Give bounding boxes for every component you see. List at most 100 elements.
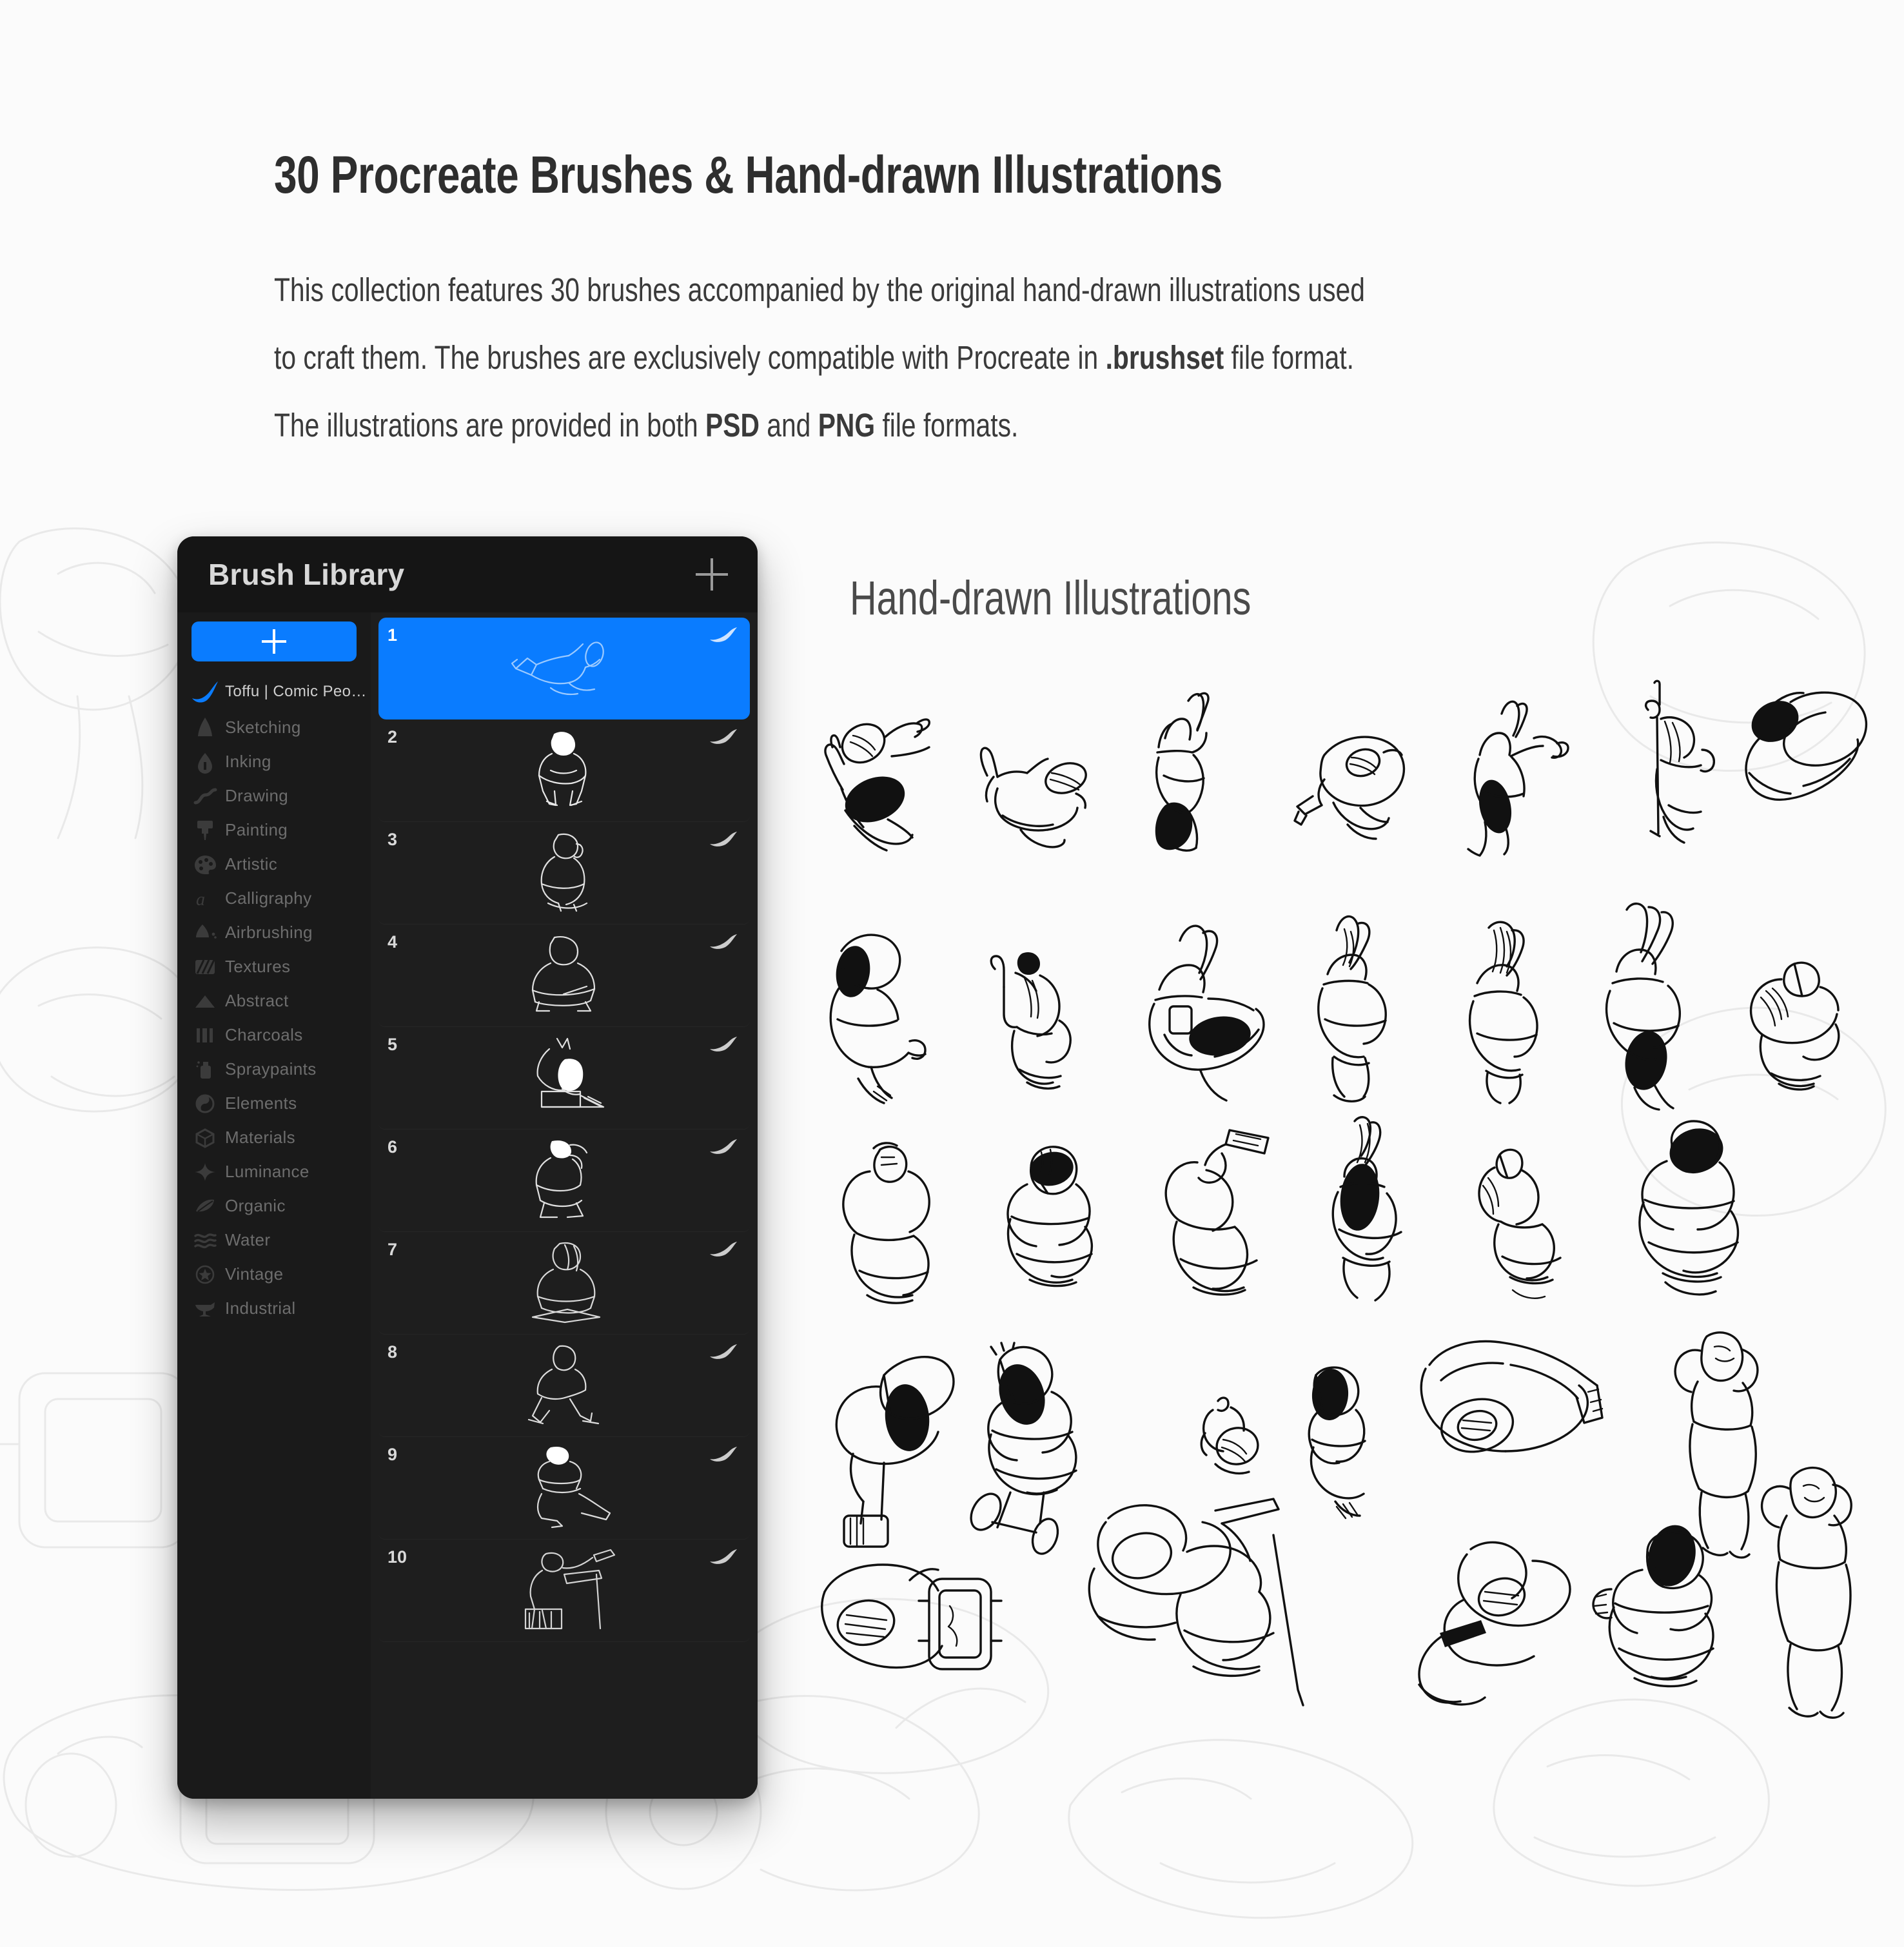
brush-list-column[interactable]: 1 2 3 4 5 6 7 8 9 10 [371,612,758,1799]
brush-library-header: Brush Library [177,536,758,612]
sidebar-item-materials[interactable]: Materials [177,1120,371,1155]
illustration-figure [1448,919,1580,1106]
sidebar-item-label: Sketching [225,718,301,737]
illustration-figure [1395,1535,1582,1709]
brush-list-item[interactable]: 7 [378,1232,750,1335]
illustrations-section-heading: Hand-drawn Illustrations [850,571,1251,625]
illustration-figure [1593,679,1731,859]
sidebar-item-sketching[interactable]: Sketching [177,710,371,745]
description-line-2: to craft them. The brushes are exclusive… [274,324,1770,391]
illustration-figure [816,926,951,1107]
brush-sets-column[interactable]: Toffu | Comic People... Sketching Inking [177,612,371,1799]
illustration-figure [1061,1496,1306,1709]
yin-yang-icon [185,1093,225,1115]
sidebar-item-label: Elements [225,1093,297,1113]
brush-thumbnail [378,1335,750,1436]
brush-library-panel: Brush Library Toffu | Comic People... Sk… [177,536,758,1799]
illustration-figure [816,700,951,854]
illustration-figure [1130,921,1278,1108]
svg-text:a: a [196,890,205,910]
illustration-figure [1602,1116,1751,1309]
palette-icon [185,854,225,876]
sidebar-item-calligraphy[interactable]: a Calligraphy [177,881,371,915]
sidebar-item-label: Vintage [225,1264,284,1284]
sidebar-item-label: Toffu | Comic People... [225,683,371,700]
sidebar-item-vintage[interactable]: Vintage [177,1257,371,1291]
illustration-figure [976,712,1114,854]
brush-list-item[interactable]: 6 [378,1130,750,1232]
sidebar-item-organic[interactable]: Organic [177,1189,371,1223]
description-line-2-text-c: file format. [1224,339,1355,376]
brush-list-item[interactable]: 1 [378,618,750,719]
brush-list-item[interactable]: 10 [378,1540,750,1642]
sidebar-item-label: Industrial [225,1298,296,1318]
bars-icon [185,1025,225,1046]
illustration-figure [1578,1525,1739,1710]
procreate-brush-icon [185,679,225,705]
page-description: This collection features 30 brushes acco… [274,256,1770,459]
description-line-3-text-c: and [759,407,818,444]
illustration-figure [1442,696,1581,857]
description-line-1-text: This collection features 30 brushes acco… [274,271,1365,308]
illustration-grid [816,680,1883,1757]
brush-thumbnail [378,1232,750,1334]
sidebar-item-label: Artistic [225,854,278,874]
description-line-2-text-a: to craft them. The brushes are exclusive… [274,339,1106,376]
sidebar-item-abstract[interactable]: Abstract [177,984,371,1018]
spraycan-icon [185,1058,225,1081]
illustration-figure [1749,1453,1878,1723]
paintbrush-icon [185,818,225,843]
sidebar-item-drawing[interactable]: Drawing [177,779,371,813]
illustration-figure [1587,901,1725,1113]
brush-thumbnail [378,1540,750,1641]
plus-icon[interactable] [696,558,728,591]
sidebar-item-luminance[interactable]: Luminance [177,1155,371,1189]
illustration-figure [1462,1144,1588,1306]
star-badge-icon [185,1264,225,1286]
sidebar-item-charcoals[interactable]: Charcoals [177,1018,371,1052]
sidebar-item-textures[interactable]: Textures [177,950,371,984]
sidebar-item-label: Luminance [225,1162,309,1181]
description-line-3-text-e: file formats. [875,407,1019,444]
sidebar-item-industrial[interactable]: Industrial [177,1291,371,1326]
description-line-3: The illustrations are provided in both P… [274,391,1770,459]
brush-list-item[interactable]: 3 [378,822,750,925]
sidebar-item-label: Organic [225,1196,286,1215]
cube-icon [185,1127,225,1149]
brush-library-body: Toffu | Comic People... Sketching Inking [177,612,758,1799]
leaf-icon [185,1196,225,1217]
sidebar-item-label: Charcoals [225,1025,303,1044]
brush-list-item[interactable]: 9 [378,1437,750,1540]
sidebar-item-elements[interactable]: Elements [177,1086,371,1120]
plus-icon [262,629,286,654]
illustration-figure [982,1139,1114,1300]
illustration-figure [1415,1335,1615,1516]
brush-thumbnail [378,925,750,1026]
brush-thumbnail [378,1437,750,1539]
brushset-format-label: .brushset [1105,339,1224,376]
new-brush-set-button[interactable] [191,621,357,661]
waves-icon [185,1230,225,1251]
brush-thumbnail [378,618,750,719]
description-line-3-text-a: The illustrations are provided in both [274,407,706,444]
page-title: 30 Procreate Brushes & Hand-drawn Illust… [274,146,1222,204]
sidebar-item-label: Materials [225,1128,296,1147]
sidebar-item-painting[interactable]: Painting [177,813,371,847]
sidebar-item-label: Textures [225,957,291,976]
triangle-icon [185,992,225,1011]
brush-list-item[interactable]: 2 [378,719,750,822]
sidebar-item-toffu-comic-people[interactable]: Toffu | Comic People... [177,673,371,710]
illustration-figure [976,950,1108,1098]
hatch-icon [185,957,225,977]
description-line-1: This collection features 30 brushes acco… [274,256,1770,324]
illustration-figure [1295,912,1428,1106]
sidebar-item-spraypaints[interactable]: Spraypaints [177,1052,371,1086]
brush-list-item[interactable]: 4 [378,925,750,1027]
sidebar-item-water[interactable]: Water [177,1223,371,1257]
sidebar-item-inking[interactable]: Inking [177,745,371,779]
sidebar-item-artistic[interactable]: Artistic [177,847,371,881]
brush-list-item[interactable]: 5 [378,1027,750,1130]
brush-list-item[interactable]: 8 [378,1335,750,1437]
sidebar-item-airbrushing[interactable]: Airbrushing [177,915,371,950]
anvil-icon [185,1298,225,1319]
